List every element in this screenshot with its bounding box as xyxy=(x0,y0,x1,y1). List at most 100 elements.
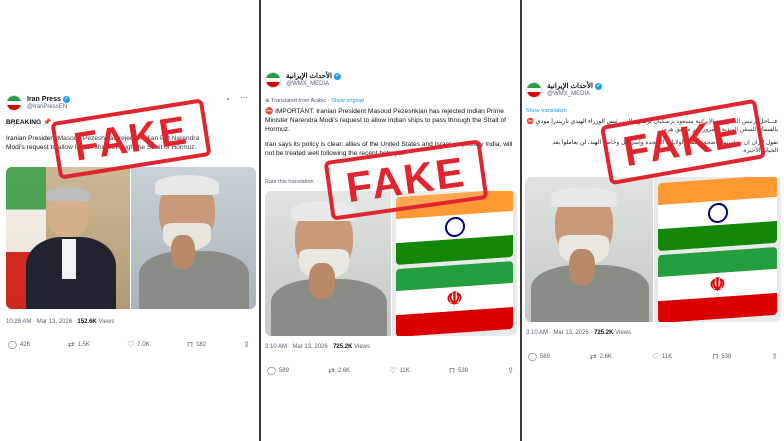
tweet-meta: 3:10 AM · Mar 13, 2026 · 725.2K Views xyxy=(526,330,631,336)
avatar[interactable] xyxy=(265,72,281,88)
display-name[interactable]: الأحداث الإيرانية xyxy=(286,73,332,80)
grok-icon[interactable]: ◔ xyxy=(225,95,230,104)
show-translation-link[interactable]: Show translation xyxy=(526,108,567,114)
tweet-card-2: الأحداث الإيرانية ✓ @WMX_MEDIA ⊕ Translat… xyxy=(261,0,520,441)
tweet-card-3: الأحداث الإيرانية ✓ @WMX_MEDIA عـــاجل: ر… xyxy=(522,0,784,441)
avatar[interactable] xyxy=(526,82,542,98)
translate-icon: ⊕ xyxy=(265,98,270,104)
tweet-media[interactable]: ☫ xyxy=(265,191,517,336)
retweet-icon: ⇄ xyxy=(328,366,335,375)
reply-icon: ◯ xyxy=(8,340,17,349)
retweet-icon: ⇄ xyxy=(67,340,75,349)
like-count: 7.0K xyxy=(137,341,150,348)
tweet-media[interactable] xyxy=(6,167,256,309)
share-button[interactable]: ⇪ xyxy=(243,340,250,349)
bookmark-button[interactable]: ⊓ 538 xyxy=(712,352,731,361)
views-label: Views xyxy=(354,344,370,350)
like-count: 11K xyxy=(399,367,410,374)
reply-button[interactable]: ◯ 589 xyxy=(267,366,289,375)
flags-image: ☫ xyxy=(392,191,517,336)
tweet-time[interactable]: 10:28 AM xyxy=(6,319,31,325)
share-icon: ⇪ xyxy=(771,352,778,361)
verified-badge-icon: ✓ xyxy=(333,73,341,81)
tweet-actions: ◯ 589 ⇄ 2.6K ♡ 11K ⊓ 538 ⇪ xyxy=(522,352,784,361)
share-button[interactable]: ⇪ xyxy=(507,366,514,375)
retweet-count: 1.5K xyxy=(77,341,90,348)
tweet-header: Iran Press ✓ @IranPressEN xyxy=(6,95,70,111)
translation-note: ⊕ Translated from Arabic · Show original xyxy=(265,98,365,104)
bookmark-count: 538 xyxy=(721,353,732,360)
alert-icon: ⛔ xyxy=(526,119,535,125)
reply-icon: ◯ xyxy=(267,366,276,375)
tweet-card-1: Iran Press ✓ @IranPressEN ◔ ⋯ BREAKING 📌 … xyxy=(0,0,258,441)
tweet-time[interactable]: 3:10 AM xyxy=(265,344,287,350)
bookmark-button[interactable]: ⊓ 538 xyxy=(449,366,468,375)
display-name[interactable]: الأحداث الإيرانية xyxy=(547,83,593,90)
reply-button[interactable]: ◯ 42K xyxy=(8,340,31,349)
heart-icon: ♡ xyxy=(389,366,397,375)
like-button[interactable]: ♡ 7.0K xyxy=(127,340,150,349)
alert-icon: ⛔ xyxy=(265,108,274,115)
bookmark-icon: ⊓ xyxy=(448,366,456,375)
handle[interactable]: @WMX_MEDIA xyxy=(547,91,602,97)
heart-icon: ♡ xyxy=(651,352,659,361)
like-count: 11K xyxy=(661,353,673,360)
avatar[interactable] xyxy=(6,95,22,111)
reply-count: 589 xyxy=(539,353,550,360)
handle[interactable]: @WMX_MEDIA xyxy=(286,81,341,87)
share-icon: ⇪ xyxy=(507,366,514,375)
tweet-actions: ◯ 589 ⇄ 2.6K ♡ 11K ⊓ 538 ⇪ xyxy=(261,366,520,375)
india-flag xyxy=(658,177,777,252)
more-options-icon[interactable]: ⋯ xyxy=(240,93,248,102)
modi-photo xyxy=(131,167,256,309)
bookmark-button[interactable]: ⊓ 182 xyxy=(187,340,206,349)
tweet-date[interactable]: Mar 13, 2026 xyxy=(553,330,588,336)
show-original-link[interactable]: Show original xyxy=(331,98,364,104)
tweet-header: الأحداث الإيرانية ✓ @WMX_MEDIA xyxy=(526,82,602,98)
like-button[interactable]: ♡ 11K xyxy=(652,352,672,361)
tweet-media[interactable]: ☫ xyxy=(525,177,781,322)
pin-icon: 📌 xyxy=(43,119,52,126)
tweet-meta: 3:10 AM · Mar 13, 2026 · 725.2K Views xyxy=(265,344,370,350)
breaking-label: BREAKING xyxy=(6,119,42,126)
verified-badge-icon: ✓ xyxy=(594,83,602,91)
view-count: 152.6K xyxy=(77,319,97,325)
retweet-button[interactable]: ⇄ 2.6K xyxy=(590,352,612,361)
retweet-count: 2.6K xyxy=(599,353,612,360)
reply-count: 42K xyxy=(19,341,31,348)
display-name[interactable]: Iran Press xyxy=(27,96,61,103)
retweet-button[interactable]: ⇄ 1.5K xyxy=(68,340,90,349)
iran-flag: ☫ xyxy=(396,260,513,336)
tweet-date[interactable]: Mar 13, 2026 xyxy=(37,319,72,325)
bookmark-count: 182 xyxy=(196,341,207,348)
iran-flag: ☫ xyxy=(658,246,777,322)
retweet-count: 2.6K xyxy=(337,367,351,374)
views-label: Views xyxy=(98,319,115,325)
rate-translation[interactable]: Rate this translation xyxy=(265,179,314,185)
like-button[interactable]: ♡ 11K xyxy=(389,366,409,375)
bookmark-icon: ⊓ xyxy=(712,352,719,361)
retweet-icon: ⇄ xyxy=(589,352,597,361)
share-icon: ⇪ xyxy=(243,340,250,349)
bookmark-count: 538 xyxy=(458,367,469,374)
views-label: Views xyxy=(615,330,631,336)
pezeshkian-photo xyxy=(6,167,130,309)
tweet-meta: 10:28 AM · Mar 13, 2026 · 152.6K Views xyxy=(6,319,115,325)
view-count: 725.2K xyxy=(594,330,614,336)
translated-from: Translated from Arabic xyxy=(271,98,327,104)
flags-image: ☫ xyxy=(654,177,781,322)
view-count: 725.2K xyxy=(333,344,353,350)
handle[interactable]: @IranPressEN xyxy=(27,104,70,110)
modi-photo xyxy=(525,177,653,322)
share-button[interactable]: ⇪ xyxy=(771,352,778,361)
reply-button[interactable]: ◯ 589 xyxy=(528,352,550,361)
heart-icon: ♡ xyxy=(127,340,135,349)
tweet-paragraph-1: IMPORTANT: Iranian President Masoud Peze… xyxy=(265,108,506,133)
verified-badge-icon: ✓ xyxy=(62,96,70,104)
tweet-date[interactable]: Mar 13, 2026 xyxy=(292,344,327,350)
tweet-header: الأحداث الإيرانية ✓ @WMX_MEDIA xyxy=(265,72,341,88)
tweet-time[interactable]: 3:10 AM xyxy=(526,330,548,336)
fake-stamp: FAKE xyxy=(599,98,767,186)
retweet-button[interactable]: ⇄ 2.6K xyxy=(328,366,350,375)
reply-icon: ◯ xyxy=(528,352,537,361)
